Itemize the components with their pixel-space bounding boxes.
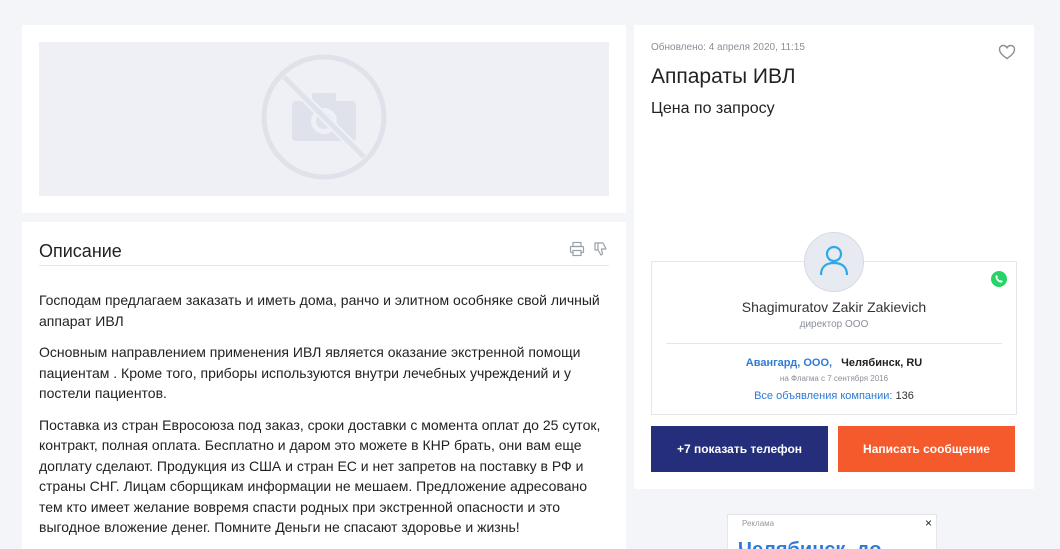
member-since: на Флагма с 7 сентября 2016 [779, 374, 889, 383]
thumb-down-icon[interactable] [593, 241, 609, 257]
company-link[interactable]: Авангард, ООО, [746, 357, 832, 369]
description-title: Описание [39, 241, 122, 261]
company-line: Авангард, ООО, Челябинск, RU [652, 357, 1016, 369]
description-text: Господам предлагаем заказать и иметь дом… [39, 290, 609, 538]
photo-gallery [22, 25, 626, 213]
all-ads-count: 136 [895, 390, 914, 402]
user-icon [817, 243, 851, 282]
avatar [804, 232, 864, 292]
photo-placeholder [39, 42, 609, 196]
all-ads-line: Все объявления компании: 136 [652, 390, 1016, 402]
ad-teaser[interactable]: Челябинск, до [738, 539, 881, 549]
heart-icon[interactable] [998, 43, 1016, 61]
all-ads-link[interactable]: Все объявления компании: [754, 390, 892, 402]
seller-name: Shagimuratov Zakir Zakievich [741, 299, 927, 315]
updated-date: Обновлено: 4 апреля 2020, 11:15 [651, 42, 805, 53]
print-icon[interactable] [569, 241, 585, 257]
close-icon[interactable]: × [925, 516, 932, 530]
description-paragraph: Господам предлагаем заказать и иметь дом… [39, 292, 600, 329]
description-section: Описание Господам предлагаем заказать и … [22, 222, 626, 549]
divider [666, 343, 1002, 344]
write-message-button[interactable]: Написать сообщение [838, 426, 1015, 472]
description-paragraph: Основным направлением применения ИВЛ явл… [39, 344, 581, 401]
advertisement[interactable]: Реклама × Челябинск, до [727, 514, 937, 549]
description-tools [569, 241, 609, 257]
description-header: Описание [39, 236, 609, 266]
listing-info-panel: Обновлено: 4 апреля 2020, 11:15 Аппараты… [634, 25, 1034, 489]
company-city: Челябинск, RU [841, 357, 923, 369]
listing-title: Аппараты ИВЛ [651, 65, 796, 88]
seller-card: Shagimuratov Zakir Zakievich директор ОО… [651, 232, 1017, 415]
description-paragraph: Поставка из стран Евросоюза под заказ, с… [39, 416, 601, 536]
no-photo-icon [260, 53, 388, 186]
seller-role: директор ООО [799, 319, 869, 330]
show-phone-button[interactable]: +7 показать телефон [651, 426, 828, 472]
ad-label: Реклама [742, 519, 775, 528]
listing-price: Цена по запросу [651, 100, 775, 117]
whatsapp-icon[interactable] [990, 270, 1008, 288]
